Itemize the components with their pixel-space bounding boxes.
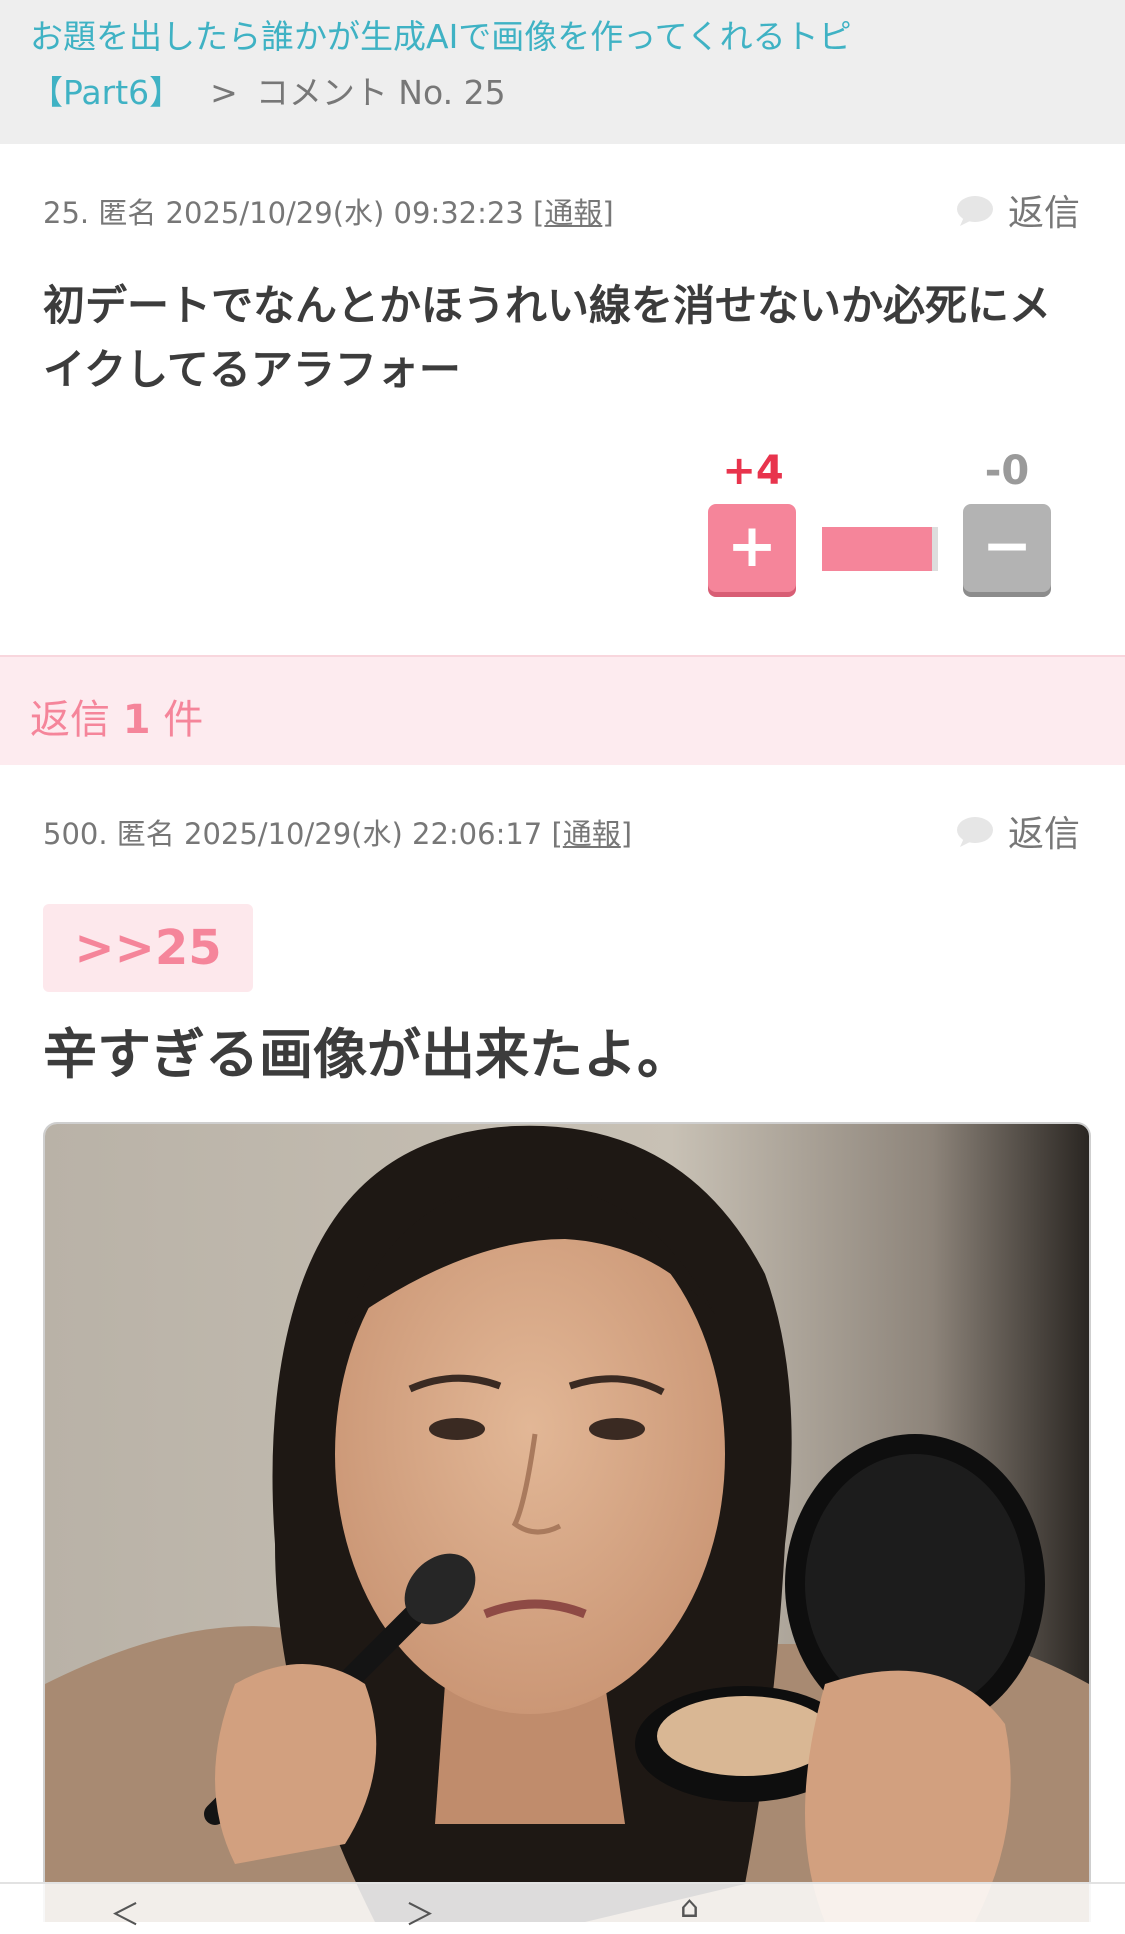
reply-button-label: 返信	[1007, 193, 1080, 234]
replies-count: 1	[122, 697, 151, 743]
minus-vote-count: -0	[984, 448, 1030, 494]
speech-bubble-icon	[956, 195, 994, 226]
comment-meta-close: ]	[602, 196, 614, 230]
vote-ratio-bar	[822, 527, 938, 571]
plus-vote-button[interactable]: +	[708, 504, 796, 592]
posted-image[interactable]	[43, 1122, 1091, 1922]
speech-bubble-icon	[956, 816, 994, 847]
back-icon[interactable]: ＜	[110, 1890, 140, 1934]
comment-meta: 25. 匿名 2025/10/29(水) 09:32:23 [通報]	[43, 190, 614, 232]
reply-meta-text: 500. 匿名 2025/10/29(水) 22:06:17 [	[43, 817, 563, 851]
reply-meta: 500. 匿名 2025/10/29(水) 22:06:17 [通報]	[43, 811, 632, 853]
reply-meta-close: ]	[620, 817, 633, 851]
comment-meta-text: 25. 匿名 2025/10/29(水) 09:32:23 [	[43, 196, 545, 230]
minus-vote-button[interactable]: −	[963, 504, 1051, 592]
reply-headline: 辛すぎる画像が出来たよ。	[43, 1023, 691, 1086]
replies-suffix: 件	[163, 697, 204, 743]
reply-reply-button[interactable]: 返信	[956, 805, 1080, 857]
bottom-nav-bar	[0, 1882, 1125, 1922]
anchor-link[interactable]: >>25	[43, 904, 253, 992]
topic-part-link[interactable]: 【Part6】	[30, 73, 182, 112]
forward-icon[interactable]: ＞	[405, 1890, 435, 1934]
replies-header[interactable]: 返信 1 件	[0, 655, 1125, 765]
vote-ratio-fill	[822, 527, 933, 571]
comment-body: 初デートでなんとかほうれい線を消せないか必死にメイクしてるアラフォー	[43, 281, 1052, 394]
replies-prefix: 返信	[30, 697, 110, 743]
report-link[interactable]: 通報	[544, 196, 602, 230]
breadcrumb-separator: >	[210, 73, 238, 112]
plus-vote-count: +4	[722, 448, 784, 494]
reply-report-link[interactable]: 通報	[563, 817, 621, 851]
topic-title-link[interactable]: お題を出したら誰かが生成AIで画像を作ってくれるトピ	[30, 10, 852, 58]
replies-count-label: 返信 1 件	[30, 687, 203, 745]
breadcrumb-line: 【Part6】 > コメント No. 25	[30, 66, 506, 114]
current-comment-label: コメント No. 25	[255, 73, 506, 112]
reply-button[interactable]: 返信	[956, 184, 1080, 236]
reply-reply-label: 返信	[1007, 814, 1080, 855]
breadcrumb: お題を出したら誰かが生成AIで画像を作ってくれるトピ 【Part6】 > コメント …	[0, 0, 1125, 144]
